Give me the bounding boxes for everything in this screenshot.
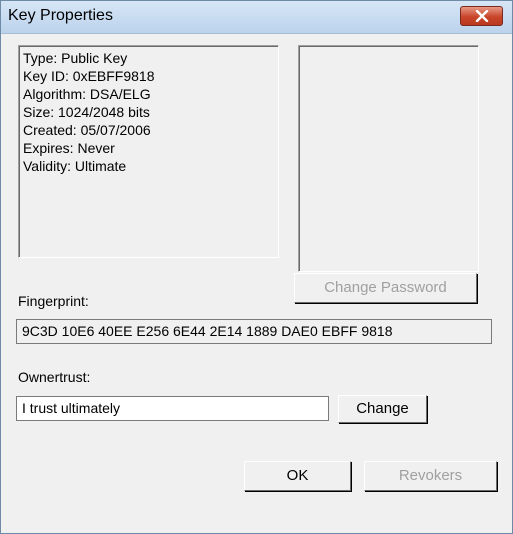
ownertrust-field[interactable]: I trust ultimately [16,396,329,421]
photo-id-box [298,45,479,272]
ok-button[interactable]: OK [244,461,351,491]
key-id-line: Key ID: 0xEBFF9818 [23,68,155,84]
key-info-box: Type: Public Key Key ID: 0xEBFF9818 Algo… [18,45,279,258]
revokers-button[interactable]: Revokers [364,461,497,491]
key-type-line: Type: Public Key [23,50,128,66]
key-expires-line: Expires: Never [23,140,115,156]
close-button[interactable] [460,6,503,26]
key-created-line: Created: 05/07/2006 [23,122,151,138]
ownertrust-label: Ownertrust: [18,369,91,385]
key-size-line: Size: 1024/2048 bits [23,104,150,120]
key-algorithm-line: Algorithm: DSA/ELG [23,86,151,102]
fingerprint-field[interactable]: 9C3D 10E6 40EE E256 6E44 2E14 1889 DAE0 … [16,319,492,344]
fingerprint-label: Fingerprint: [18,293,89,309]
window-title: Key Properties [8,7,113,24]
change-password-button[interactable]: Change Password [294,273,477,303]
key-properties-dialog: Key Properties Type: Public Key Key ID: … [0,0,513,534]
close-x-icon [475,10,489,22]
change-ownertrust-button[interactable]: Change [338,395,427,423]
key-validity-line: Validity: Ultimate [23,158,127,174]
title-bar[interactable]: Key Properties [1,1,512,34]
